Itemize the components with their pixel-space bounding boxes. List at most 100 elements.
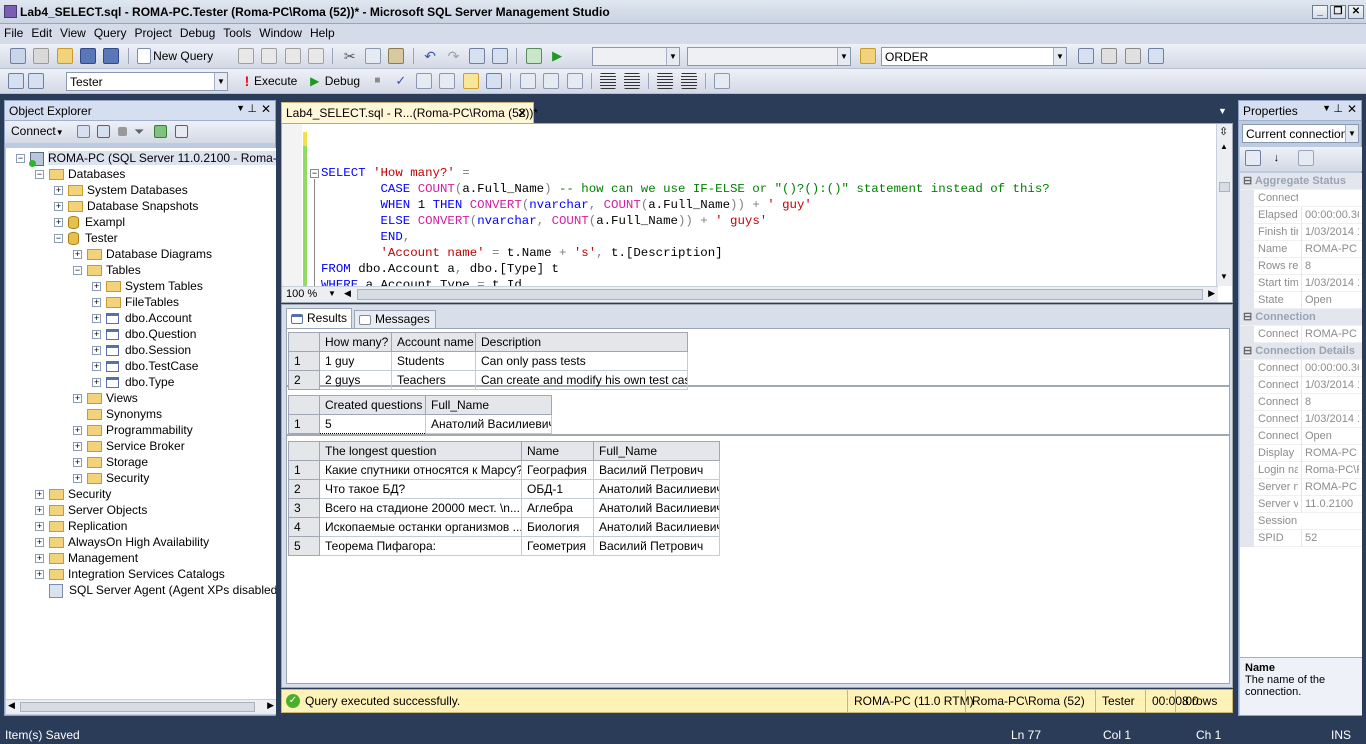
property-row[interactable]: Rows re 8 (1240, 258, 1362, 275)
property-category[interactable]: ⊟ Connection Details (1240, 343, 1362, 360)
tree-node[interactable]: + System Tables (6, 278, 276, 294)
object-explorer-icon[interactable] (1101, 48, 1118, 64)
expand-toggle-icon[interactable]: + (73, 442, 82, 452)
menu-project[interactable]: Project (131, 24, 176, 40)
property-row[interactable]: Login naRoma-PC\Ro (1240, 462, 1362, 479)
menu-debug[interactable]: Debug (176, 24, 219, 40)
alphabetical-icon[interactable]: ↓ (1268, 150, 1284, 166)
column-header[interactable]: Full_Name (593, 441, 720, 461)
property-value[interactable]: 00:00:00.36 (1301, 207, 1359, 224)
tree-node[interactable]: + dbo.Type (6, 374, 276, 390)
navigate-icon[interactable] (468, 48, 485, 64)
solution-config-combo[interactable]: ▼ (592, 47, 680, 66)
row-number[interactable]: 2 (288, 479, 320, 499)
editor-tab[interactable]: Lab4_SELECT.sql - R...(Roma-PC\Roma (52)… (281, 102, 538, 123)
editor-vertical-scrollbar[interactable]: ⇳ ▲ ▼ (1216, 124, 1232, 286)
find-in-files-icon[interactable] (860, 48, 876, 64)
tree-node[interactable]: + Database Diagrams (6, 246, 276, 262)
new-project-icon[interactable] (10, 48, 26, 64)
menu-file[interactable]: File (0, 24, 27, 40)
cancel-query-icon[interactable]: ■ (369, 73, 385, 89)
results-tab[interactable]: Results (286, 308, 352, 328)
result-grid-3[interactable]: The longest question Name Full_Name 1 Какие … (288, 441, 720, 556)
property-value[interactable]: ROMA-PC (1301, 445, 1359, 462)
column-header[interactable]: Name (521, 441, 594, 461)
expand-toggle-icon[interactable]: − (16, 154, 25, 164)
tree-node[interactable]: + Exampl (6, 214, 276, 230)
connect-oe-icon[interactable] (76, 125, 90, 139)
tree-node[interactable]: + Security (6, 486, 276, 502)
property-value[interactable]: Open (1301, 428, 1359, 445)
grid-row[interactable]: 2 Что такое БД? ОБД-1 Анатолий Василиевич (288, 479, 720, 499)
column-header[interactable]: How many? (319, 332, 392, 352)
grid-cell[interactable]: Теорема Пифагора: (319, 536, 522, 556)
registered-servers-icon[interactable] (1078, 48, 1094, 64)
oe-scroll-thumb[interactable] (20, 702, 255, 712)
column-header[interactable]: Account name (391, 332, 476, 352)
property-value[interactable]: 8 (1301, 394, 1359, 411)
property-category[interactable]: ⊟ Connection (1240, 309, 1362, 326)
menu-help[interactable]: Help (306, 24, 339, 40)
row-number[interactable]: 1 (288, 460, 320, 480)
grid-row[interactable]: 1 5 Анатолий Василиевич (288, 414, 552, 434)
tree-node[interactable]: + Service Broker (6, 438, 276, 454)
property-value[interactable]: 1/03/2014 1 (1301, 275, 1359, 292)
property-pages-icon[interactable] (1297, 150, 1314, 166)
grid-cell[interactable]: 5 (319, 414, 426, 434)
result-grid-1[interactable]: How many? Account name Description 1 1 guy St… (288, 332, 688, 390)
grid-cell[interactable]: Аглебра (521, 498, 594, 518)
property-row[interactable]: Connect 1/03/2014 1 (1240, 377, 1362, 394)
column-header[interactable]: Full_Name (425, 395, 552, 415)
property-row[interactable]: ConnectROMA-PC (R (1240, 326, 1362, 343)
available-databases-combo[interactable]: Tester ▼ (66, 72, 228, 91)
dax-query-icon[interactable] (308, 48, 325, 64)
property-row[interactable]: Connect 00:00:00.36 (1240, 360, 1362, 377)
find-combo[interactable]: ORDER ▼ (881, 47, 1067, 66)
refresh-icon[interactable] (154, 125, 168, 139)
menu-query[interactable]: Query (90, 24, 131, 40)
grid-cell[interactable]: Всего на стадионе 20000 мест. \n... (319, 498, 522, 518)
tab-list-icon[interactable]: ▼ (1218, 106, 1227, 116)
start-debug-icon[interactable]: ▶ (549, 48, 565, 64)
properties-pin-icon[interactable]: ⊥ (1333, 102, 1343, 115)
expand-toggle-icon[interactable]: + (92, 378, 101, 388)
parse-icon[interactable]: ✓ (393, 73, 409, 89)
grid-cell[interactable]: Какие спутники относятся к Марсу? (319, 460, 522, 480)
property-row[interactable]: Connect 8 (1240, 394, 1362, 411)
tree-node[interactable]: + Integration Services Catalogs (6, 566, 276, 582)
open-file-icon[interactable] (56, 48, 73, 64)
grid-cell[interactable]: Биология (521, 517, 594, 537)
intellisense-icon[interactable] (486, 73, 503, 89)
display-plan-icon[interactable] (416, 73, 433, 89)
property-row[interactable]: Name ROMA-PC (1240, 241, 1362, 258)
expand-toggle-icon[interactable]: − (35, 170, 44, 180)
property-row[interactable]: SPID 52 (1240, 530, 1362, 547)
summary-icon[interactable] (174, 125, 188, 139)
property-value[interactable]: 1/03/2014 1 (1301, 377, 1359, 394)
close-panel-icon[interactable]: ✕ (261, 102, 271, 116)
grid-cell[interactable]: Ископаемые останки организмов ... (319, 517, 522, 537)
tree-node[interactable]: + AlwaysOn High Availability (6, 534, 276, 550)
new-query-button[interactable]: New Query (153, 49, 213, 63)
grid-cell[interactable]: Can only pass tests (475, 351, 688, 371)
grid-row[interactable]: 5 Теорема Пифагора: Геометрия Василий Петро… (288, 536, 720, 556)
expand-toggle-icon[interactable]: + (73, 394, 82, 404)
row-number[interactable]: 2 (288, 370, 320, 390)
property-row[interactable]: Connect 1/03/2014 1 (1240, 411, 1362, 428)
property-row[interactable]: Elapsed 00:00:00.36 (1240, 207, 1362, 224)
property-value[interactable]: 1/03/2014 1 (1301, 411, 1359, 428)
row-number[interactable]: 5 (288, 536, 320, 556)
dmx-query-icon[interactable] (261, 48, 278, 64)
expand-toggle-icon[interactable]: + (73, 474, 82, 484)
grid-cell[interactable]: 1 guy (319, 351, 392, 371)
results-to-grid-icon[interactable] (462, 73, 479, 89)
solution-platform-combo[interactable]: ▼ (687, 47, 851, 66)
split-icon[interactable]: ⇳ (1219, 125, 1228, 138)
expand-toggle-icon[interactable]: + (35, 538, 44, 548)
row-number[interactable]: 3 (288, 498, 320, 518)
grid-cell[interactable]: 2 guys (319, 370, 392, 390)
properties-object-combo[interactable]: Current connection ▼ (1242, 124, 1359, 143)
grid-cell[interactable]: Анатолий Василиевич (593, 517, 720, 537)
editor-horizontal-scrollbar[interactable]: 100 % ▼ ◀ ▶ (282, 286, 1218, 302)
row-number[interactable]: 1 (288, 414, 320, 434)
